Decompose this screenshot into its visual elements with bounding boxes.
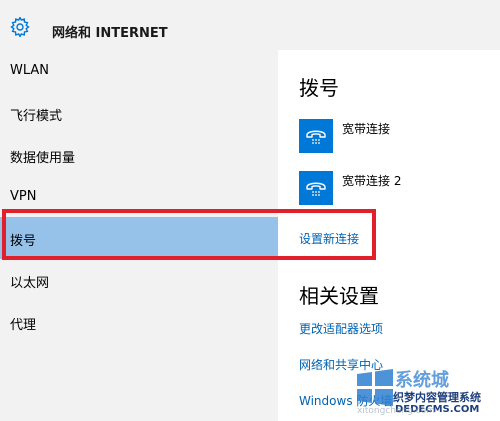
sidebar-item-proxy[interactable]: 代理 [0,301,278,343]
settings-window: 网络和 INTERNET WLAN 飞行模式 数据使用量 VPN 拨号 以太网 … [0,0,500,421]
gear-icon[interactable] [10,17,30,37]
connection-tile [299,171,333,205]
sidebar-item-airplane-mode[interactable]: 飞行模式 [0,92,278,134]
section-title-related: 相关设置 [299,284,379,308]
sidebar-item-label: 数据使用量 [10,151,76,166]
main-content: 拨号 宽带连接 宽带连接 2 设置新连接 相关设置 更改适配器选项 网络和共享中… [278,50,500,421]
sidebar-item-dialup[interactable]: 拨号 [0,217,278,259]
dialup-phone-icon [306,182,326,196]
related-link-adapter-options[interactable]: 更改适配器选项 [299,320,383,337]
sidebar-item-label: 拨号 [10,234,37,249]
connection-label: 宽带连接 [342,122,391,136]
sidebar-item-label: 飞行模式 [10,109,63,124]
page-title: 网络和 INTERNET [52,26,168,41]
related-link-network-sharing[interactable]: 网络和共享中心 [299,356,383,373]
connection-item-broadband-1[interactable]: 宽带连接 [299,119,499,155]
sidebar-nav: WLAN 飞行模式 数据使用量 VPN 拨号 以太网 代理 [0,50,278,421]
connection-label: 宽带连接 2 [342,174,402,188]
sidebar-item-label: 代理 [10,318,37,333]
connection-tile [299,119,333,153]
header-bar: 网络和 INTERNET [0,0,500,50]
section-title-dialup: 拨号 [299,76,339,100]
sidebar-item-data-usage[interactable]: 数据使用量 [0,134,278,176]
sidebar-item-ethernet[interactable]: 以太网 [0,259,278,301]
sidebar-item-label: WLAN [10,63,50,78]
sidebar-item-label: 以太网 [10,276,50,291]
dialup-phone-icon [306,130,326,144]
sidebar-item-label: VPN [10,189,37,204]
sidebar-item-vpn[interactable]: VPN [0,176,278,218]
sidebar-item-wlan[interactable]: WLAN [0,50,278,92]
setup-new-connection-link[interactable]: 设置新连接 [299,230,359,247]
connection-item-broadband-2[interactable]: 宽带连接 2 [299,171,499,207]
related-link-windows-firewall[interactable]: Windows 防火墙 [299,392,392,409]
